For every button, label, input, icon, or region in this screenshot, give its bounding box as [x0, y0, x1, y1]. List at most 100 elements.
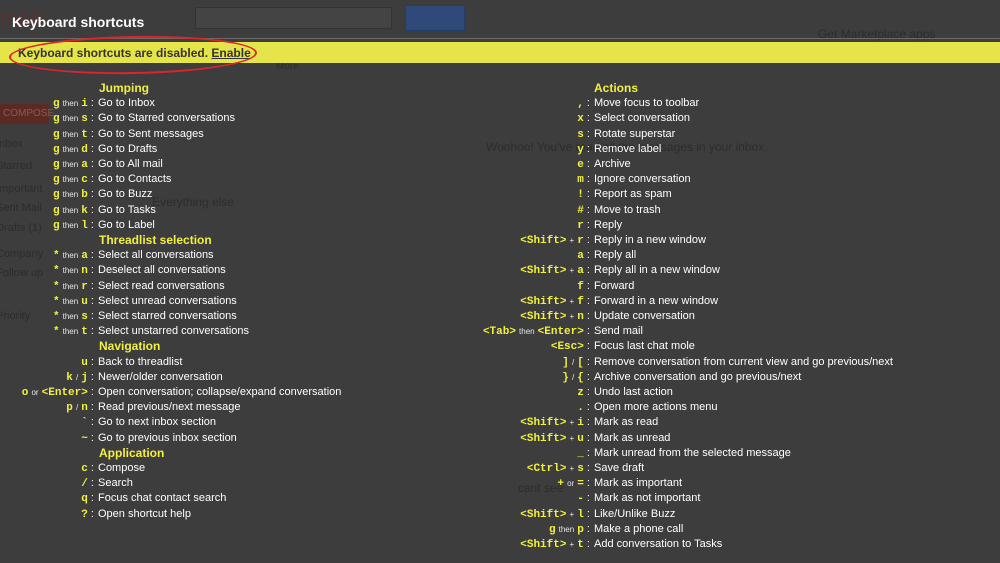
- shortcut-description: Mark as read: [594, 416, 659, 429]
- shortcut-row: - : Mark as not important: [0, 491, 1000, 506]
- shortcut-row: + or = : Mark as important: [0, 476, 1000, 491]
- shortcut-row: x : Select conversation: [0, 111, 1000, 126]
- shortcut-keys: <Shift> + i :: [520, 416, 590, 430]
- shortcut-keys: y :: [577, 142, 590, 156]
- shortcut-description: Mark as important: [594, 477, 683, 490]
- shortcut-row: <Esc> : Focus last chat mole: [0, 339, 1000, 354]
- keyboard-shortcuts-dialog: Keyboard shortcuts Keyboard shortcuts ar…: [0, 0, 1000, 563]
- key-glyph: <Tab>: [482, 326, 516, 339]
- shortcut-keys: <Shift> + t :: [520, 538, 590, 551]
- shortcut-row: m : Ignore conversation: [0, 172, 1000, 187]
- key-glyph: g: [548, 523, 556, 536]
- key-glyph: f: [577, 295, 584, 308]
- key-glyph: u: [577, 432, 584, 445]
- shortcut-description: Archive conversation and go previous/nex…: [594, 370, 802, 383]
- shortcut-description: Ignore conversation: [594, 173, 691, 186]
- shortcut-keys: a :: [577, 249, 590, 263]
- shortcut-row: e : Archive: [0, 157, 1000, 172]
- shortcut-keys: <Shift> + r :: [520, 234, 590, 247]
- key-connector: then: [519, 327, 535, 337]
- shortcut-row: <Tab> then <Enter> : Send mail: [0, 324, 1000, 339]
- key-connector: +: [569, 464, 575, 473]
- key-glyph: y: [577, 143, 584, 156]
- shortcut-keys: , :: [577, 97, 590, 111]
- key-glyph: s: [577, 463, 584, 475]
- key-glyph: {: [577, 371, 584, 384]
- shortcut-keys: . :: [577, 401, 590, 415]
- key-glyph: .: [577, 402, 584, 415]
- shortcut-row: <Shift> + t : Add conversation to Tasks: [0, 537, 1000, 552]
- shortcut-description: Report as spam: [594, 188, 672, 201]
- shortcut-description: Reply: [594, 218, 623, 231]
- shortcut-row: <Shift> + n : Update conversation: [0, 309, 1000, 324]
- key-connector: +: [569, 540, 575, 549]
- shortcut-description: Add conversation to Tasks: [594, 538, 723, 550]
- shortcut-row: f : Forward: [0, 279, 1000, 294]
- key-glyph: n: [577, 311, 584, 323]
- key-glyph: <Shift>: [520, 295, 567, 308]
- highlight-circle: [8, 33, 258, 77]
- key-glyph: <Ctrl>: [526, 463, 567, 475]
- shortcut-keys: <Shift> + f :: [520, 294, 590, 308]
- key-glyph: <Shift>: [520, 508, 567, 521]
- shortcut-keys: } / { :: [562, 370, 590, 384]
- shortcut-row: # : Move to trash: [0, 203, 1000, 218]
- key-glyph: !: [577, 189, 584, 202]
- key-glyph: =: [577, 478, 584, 491]
- key-glyph: <Shift>: [520, 235, 567, 247]
- key-glyph: }: [562, 371, 569, 384]
- shortcut-description: Undo last action: [594, 386, 673, 398]
- shortcut-description: Open more actions menu: [594, 401, 718, 414]
- shortcut-description: Reply all in a new window: [594, 264, 720, 277]
- shortcut-row: <Shift> + f : Forward in a new window: [0, 294, 1000, 309]
- shortcut-description: Like/Unlike Buzz: [594, 507, 676, 520]
- key-glyph: m: [577, 174, 584, 187]
- shortcut-keys: m :: [577, 173, 590, 187]
- shortcut-keys: s :: [577, 127, 590, 141]
- shortcut-keys: e :: [577, 158, 590, 171]
- shortcut-description: Mark as not important: [594, 492, 701, 505]
- key-connector: +: [569, 312, 575, 321]
- shortcut-description: Select conversation: [594, 112, 690, 125]
- shortcut-row: ! : Report as spam: [0, 187, 1000, 202]
- shortcut-description: Archive: [594, 158, 631, 170]
- shortcut-description: Mark as unread: [594, 431, 671, 444]
- key-glyph: x: [577, 113, 584, 126]
- key-glyph: <Shift>: [520, 417, 567, 430]
- shortcut-row: <Shift> + a : Reply all in a new window: [0, 263, 1000, 278]
- key-connector: then: [558, 524, 575, 534]
- key-glyph: p: [577, 523, 584, 536]
- shortcut-keys: <Shift> + l :: [520, 507, 590, 521]
- key-glyph: l: [577, 508, 584, 521]
- key-glyph: <Enter>: [537, 326, 584, 339]
- key-glyph: <Esc>: [550, 341, 584, 354]
- key-glyph: #: [577, 204, 584, 217]
- shortcut-keys: r :: [577, 218, 590, 232]
- shortcut-keys: + or = :: [557, 477, 590, 491]
- shortcut-row: <Shift> + u : Mark as unread: [0, 431, 1000, 446]
- shortcut-keys: f :: [577, 279, 590, 293]
- shortcut-description: Mark unread from the selected message: [594, 446, 791, 459]
- section-header: Actions: [594, 81, 639, 95]
- key-glyph: _: [577, 447, 584, 460]
- key-glyph: e: [577, 159, 584, 171]
- shortcut-row: r : Reply: [0, 218, 1000, 233]
- dialog-title: Keyboard shortcuts: [12, 14, 145, 30]
- shortcut-row: _ : Mark unread from the selected message: [0, 446, 1000, 461]
- shortcut-row: , : Move focus to toolbar: [0, 96, 1000, 111]
- key-glyph: f: [577, 280, 584, 293]
- key-connector: +: [569, 266, 575, 276]
- shortcut-keys: g then p :: [548, 522, 590, 536]
- key-glyph: ,: [577, 98, 584, 111]
- key-glyph: ]: [562, 356, 569, 369]
- shortcut-row: s : Rotate superstar: [0, 127, 1000, 142]
- shortcut-row: <Shift> + l : Like/Unlike Buzz: [0, 507, 1000, 522]
- key-connector: +: [569, 236, 575, 245]
- key-glyph: a: [577, 265, 584, 278]
- key-glyph: t: [577, 539, 584, 551]
- shortcut-description: Reply all: [594, 249, 637, 262]
- shortcut-keys: - :: [577, 492, 590, 506]
- shortcut-description: Forward: [594, 279, 635, 292]
- shortcut-description: Remove conversation from current view an…: [594, 355, 893, 368]
- shortcut-keys: z :: [577, 386, 590, 399]
